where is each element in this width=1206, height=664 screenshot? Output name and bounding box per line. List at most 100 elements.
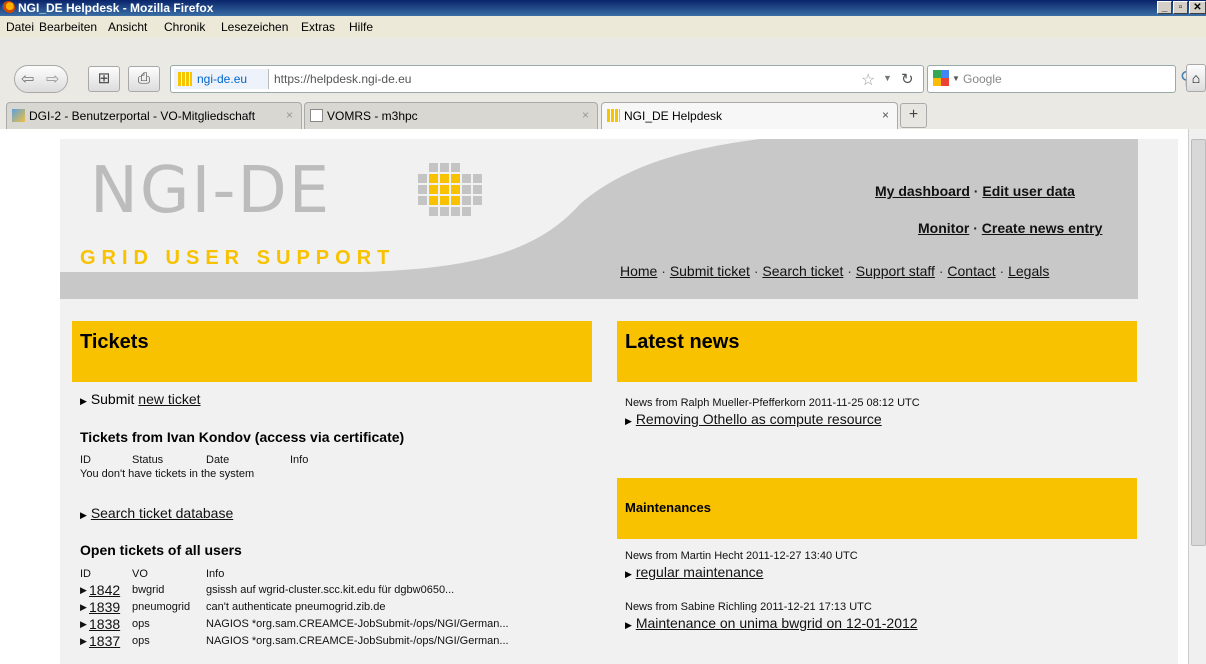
forward-icon[interactable]: ⇨ bbox=[46, 69, 59, 89]
separator: · bbox=[938, 263, 944, 279]
menu-ansicht[interactable]: Ansicht bbox=[108, 20, 147, 34]
menu-bearbeiten[interactable]: Bearbeiten bbox=[39, 20, 97, 34]
vertical-scrollbar[interactable] bbox=[1188, 129, 1206, 664]
new-ticket-link[interactable]: new ticket bbox=[138, 391, 200, 407]
menu-lesezeichen[interactable]: Lesezeichen bbox=[221, 20, 288, 34]
news-panel: Latest news News from Ralph Mueller-Pfef… bbox=[617, 321, 1137, 664]
maintenance-link[interactable]: regular maintenance bbox=[636, 564, 764, 580]
submit-prefix: Submit bbox=[90, 391, 135, 407]
separator: · bbox=[973, 183, 979, 199]
create-news-entry-link[interactable]: Create news entry bbox=[982, 220, 1103, 236]
user-tickets-header-row: ID Status Date Info bbox=[80, 454, 380, 468]
col-vo: VO bbox=[132, 568, 148, 580]
star-icon[interactable]: ☆ bbox=[861, 70, 875, 90]
search-bar[interactable]: ▼ Google bbox=[927, 65, 1176, 93]
ticket-id-link[interactable]: 1839 bbox=[89, 599, 120, 615]
print-icon[interactable]: ⎙ bbox=[128, 66, 160, 92]
engine-dropdown-icon[interactable]: ▼ bbox=[952, 74, 960, 83]
news-meta: News from Ralph Mueller-Pfefferkorn 2011… bbox=[625, 397, 920, 409]
ticket-info: NAGIOS *org.sam.CREAMCE-JobSubmit-/ops/N… bbox=[206, 618, 509, 630]
ticket-id-link[interactable]: 1837 bbox=[89, 633, 120, 649]
table-row: ▶ 1838 ops NAGIOS *org.sam.CREAMCE-JobSu… bbox=[80, 616, 580, 633]
nav-legals[interactable]: Legals bbox=[1008, 263, 1049, 279]
table-row: ▶ 1839 pneumogrid can't authenticate pne… bbox=[80, 599, 580, 616]
tab-vomrs[interactable]: VOMRS - m3hpc × bbox=[304, 102, 598, 129]
tab-dgi2[interactable]: DGI-2 - Benutzerportal - VO-Mitgliedscha… bbox=[6, 102, 302, 129]
separator: · bbox=[847, 263, 852, 279]
menu-chronik[interactable]: Chronik bbox=[164, 20, 205, 34]
search-ticket-database-link[interactable]: Search ticket database bbox=[91, 505, 233, 521]
bullet-icon: ▶ bbox=[80, 619, 87, 629]
minimize-icon[interactable]: _ bbox=[1157, 1, 1172, 14]
news-header: Latest news bbox=[617, 321, 1137, 382]
table-row: ▶ 1842 bwgrid gsissh auf wgrid-cluster.s… bbox=[80, 582, 580, 599]
reload-icon[interactable]: ↻ bbox=[901, 70, 914, 88]
scrollbar-thumb[interactable] bbox=[1191, 139, 1206, 546]
main-nav: Home · Submit ticket · Search ticket · S… bbox=[620, 263, 1049, 279]
back-icon[interactable]: ⇦ bbox=[21, 69, 34, 89]
maximize-icon[interactable]: ▫ bbox=[1173, 1, 1188, 14]
window-title: NGI_DE Helpdesk - Mozilla Firefox bbox=[18, 1, 214, 15]
tab-label: VOMRS - m3hpc bbox=[327, 109, 418, 123]
tab-favicon-icon bbox=[12, 109, 25, 122]
maintenance-link[interactable]: Maintenance on unima bwgrid on 12-01-201… bbox=[636, 615, 918, 631]
nav-contact[interactable]: Contact bbox=[947, 263, 995, 279]
bookmark-page-icon[interactable]: ⊞ bbox=[88, 66, 120, 92]
search-placeholder: Google bbox=[963, 72, 1002, 86]
open-tickets-header-row: ID VO Info bbox=[80, 568, 560, 582]
ticket-info: NAGIOS *org.sam.CREAMCE-JobSubmit-/ops/N… bbox=[206, 635, 509, 647]
tab-close-icon[interactable]: × bbox=[882, 108, 889, 122]
menu-datei[interactable]: Datei bbox=[6, 20, 34, 34]
ticket-id-link[interactable]: 1838 bbox=[89, 616, 120, 632]
url-bar[interactable]: ngi-de.eu https://helpdesk.ngi-de.eu ☆ ▼… bbox=[170, 65, 924, 93]
site-domain: ngi-de.eu bbox=[197, 72, 248, 86]
maintenances-title: Maintenances bbox=[625, 500, 711, 515]
edit-user-data-link[interactable]: Edit user data bbox=[982, 183, 1075, 199]
monitor-link[interactable]: Monitor bbox=[918, 220, 969, 236]
back-forward-group: ⇦ ⇨ bbox=[14, 65, 68, 93]
home-icon[interactable]: ⌂ bbox=[1186, 64, 1206, 92]
bullet-icon: ▶ bbox=[625, 416, 632, 426]
maintenance-meta: News from Sabine Richling 2011-12-21 17:… bbox=[625, 601, 872, 613]
ticket-id-link[interactable]: 1842 bbox=[89, 582, 120, 598]
tab-label: DGI-2 - Benutzerportal - VO-Mitgliedscha… bbox=[29, 109, 256, 123]
menubar: Datei Bearbeiten Ansicht Chronik Lesezei… bbox=[0, 16, 1206, 38]
separator: · bbox=[753, 263, 759, 279]
tab-close-icon[interactable]: × bbox=[582, 108, 589, 122]
close-icon[interactable]: ✕ bbox=[1189, 1, 1206, 14]
bullet-icon: ▶ bbox=[80, 396, 87, 406]
maintenance-item: ▶ Maintenance on unima bwgrid on 12-01-2… bbox=[625, 615, 918, 631]
col-status: Status bbox=[132, 454, 164, 466]
header-links-row2: Monitor · Create news entry bbox=[918, 220, 1102, 236]
url-text: https://helpdesk.ngi-de.eu bbox=[274, 72, 412, 86]
news-title: Latest news bbox=[625, 331, 740, 353]
search-db-row: ▶ Search ticket database bbox=[80, 505, 233, 521]
site-identity[interactable]: ngi-de.eu bbox=[174, 69, 269, 89]
tab-helpdesk[interactable]: NGI_DE Helpdesk × bbox=[601, 102, 898, 129]
tab-favicon-icon bbox=[310, 109, 323, 122]
my-dashboard-link[interactable]: My dashboard bbox=[875, 183, 970, 199]
tab-close-icon[interactable]: × bbox=[286, 108, 293, 122]
menu-extras[interactable]: Extras bbox=[301, 20, 335, 34]
no-tickets-message: You don't have tickets in the system bbox=[80, 468, 255, 480]
separator: · bbox=[661, 263, 666, 279]
tickets-panel: Tickets ▶ Submit new ticket Tickets from… bbox=[72, 321, 592, 664]
separator: · bbox=[999, 263, 1005, 279]
nav-home[interactable]: Home bbox=[620, 263, 657, 279]
nav-search-ticket[interactable]: Search ticket bbox=[762, 263, 843, 279]
logo-text: NGI-DE bbox=[90, 154, 332, 228]
nav-support-staff[interactable]: Support staff bbox=[856, 263, 935, 279]
ticket-vo: ops bbox=[132, 635, 150, 647]
dropdown-icon[interactable]: ▼ bbox=[883, 73, 892, 83]
tab-label: NGI_DE Helpdesk bbox=[624, 109, 723, 123]
news-item: ▶ Removing Othello as compute resource bbox=[625, 411, 882, 427]
submit-row: ▶ Submit new ticket bbox=[80, 391, 201, 407]
menu-hilfe[interactable]: Hilfe bbox=[349, 20, 373, 34]
firefox-icon bbox=[2, 1, 15, 14]
logo-grid-icon bbox=[418, 163, 482, 216]
tab-favicon-icon bbox=[607, 109, 620, 122]
new-tab-icon[interactable]: + bbox=[900, 103, 927, 128]
nav-submit-ticket[interactable]: Submit ticket bbox=[670, 263, 750, 279]
tickets-title: Tickets bbox=[80, 331, 149, 353]
news-link[interactable]: Removing Othello as compute resource bbox=[636, 411, 882, 427]
